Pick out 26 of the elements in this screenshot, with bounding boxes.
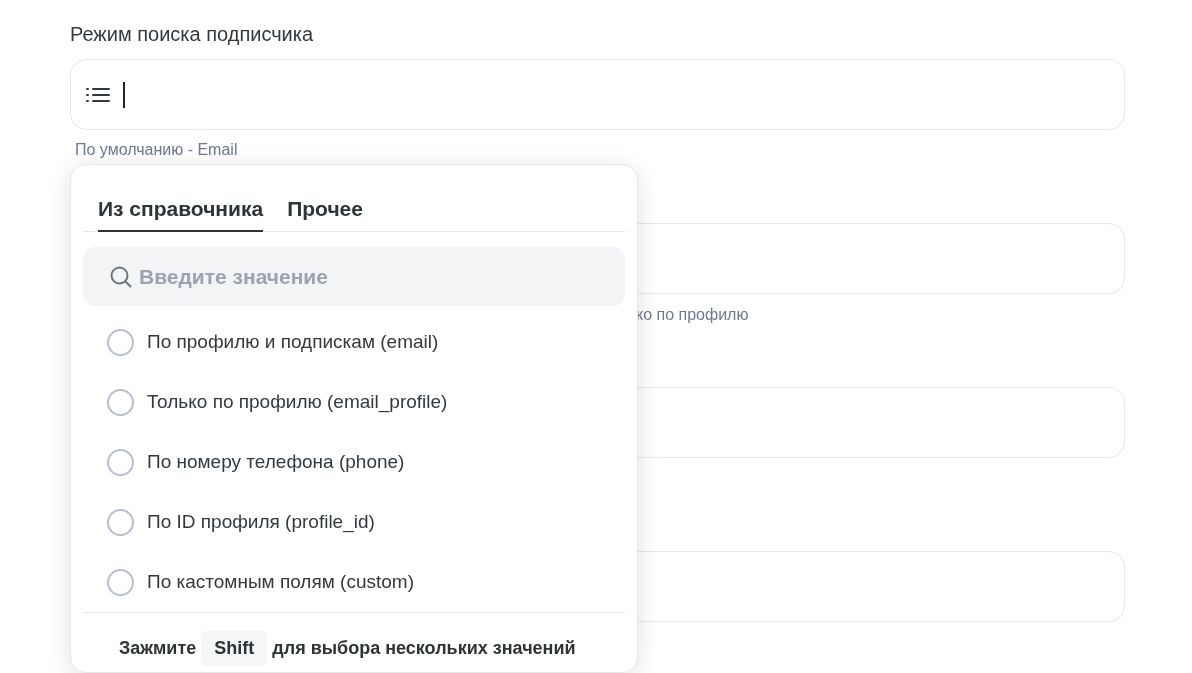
option-label: По профилю и подпискам (email) <box>147 329 439 354</box>
radio-button[interactable] <box>107 448 134 476</box>
select-field[interactable] <box>70 59 1125 130</box>
footer-text: для выбора нескольких значений <box>272 637 576 660</box>
option-label: Только по профилю (email_profile) <box>147 389 448 415</box>
key-label: Shift <box>201 631 268 666</box>
tab[interactable]: Из справочника <box>98 165 264 232</box>
radio-button[interactable] <box>107 328 134 356</box>
field-label: Режим поиска подписчика <box>70 22 314 46</box>
option-item[interactable]: Только по профилю (email_profile) <box>83 372 625 432</box>
radio-button[interactable] <box>107 568 134 596</box>
option-label: По кастомным полям (custom) <box>147 569 414 594</box>
footer-text: Зажмите <box>119 637 197 660</box>
option-item[interactable]: По профилю и подпискам (email) <box>83 312 625 372</box>
search-icon <box>109 265 133 289</box>
option-item[interactable]: По номеру телефона (phone) <box>83 432 625 492</box>
field-hint: По умолчанию - Email <box>75 141 238 158</box>
option-item[interactable]: По ID профиля (profile_id) <box>83 492 625 552</box>
option-item[interactable]: По кастомным полям (custom) <box>83 552 625 612</box>
text-cursor <box>123 81 125 108</box>
tab[interactable]: Прочее <box>287 165 363 232</box>
search-field[interactable]: Введите значение <box>83 247 625 306</box>
radio-button[interactable] <box>107 388 134 416</box>
option-label: По ID профиля (profile_id) <box>147 509 375 535</box>
radio-button[interactable] <box>107 508 134 536</box>
option-label: По номеру телефона (phone) <box>147 449 405 474</box>
